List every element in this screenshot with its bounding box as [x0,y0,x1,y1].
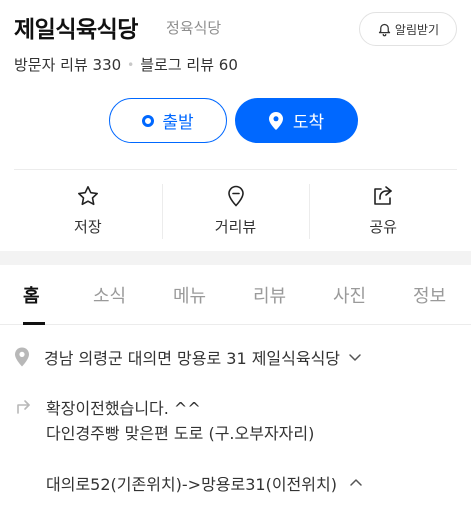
address-row[interactable]: 경남 의령군 대의면 망용로 31 제일식육식당 [14,345,362,369]
directions-line: 대의로52(기존위치)->망용로31(이전위치) [46,471,363,495]
arrive-label: 도착 [292,113,325,133]
review-summary: 방문자 리뷰 330 • 블로그 리뷰 60 [14,54,238,75]
share-label: 공유 [369,218,397,236]
street-view-button[interactable]: 거리뷰 [161,170,310,245]
street-view-label: 거리뷰 [214,218,257,236]
tab-info[interactable]: 정보 [413,282,446,308]
depart-button[interactable]: 출발 [109,98,227,143]
origin-dot-icon [142,114,155,127]
chevron-down-icon[interactable] [348,350,362,364]
directions-line-text: 대의로52(기존위치)->망용로31(이전위치) [46,475,337,494]
tab-bar: 홈 소식 메뉴 리뷰 사진 정보 [0,265,471,325]
tab-photos[interactable]: 사진 [333,282,366,308]
turn-arrow-icon [17,400,30,414]
share-button[interactable]: 공유 [309,170,457,245]
bell-icon [378,23,391,36]
active-tab-indicator [23,322,45,325]
alarm-label: 알림받기 [394,22,440,37]
blog-review-link[interactable]: 블로그 리뷰 60 [140,54,238,75]
place-header: 제일식육식당 정육식당 알림받기 [14,6,457,46]
directions-line: 다인경주빵 맞은편 도로 (구.오부자자리) [46,424,315,443]
save-label: 저장 [74,218,102,236]
place-name: 제일식육식당 [14,17,138,43]
chevron-up-icon[interactable] [349,476,363,490]
tab-reviews[interactable]: 리뷰 [253,282,286,308]
map-pin-icon [15,347,29,367]
address-text: 경남 의령군 대의면 망용로 31 제일식육식당 [44,349,341,368]
share-icon [374,186,392,205]
visitor-review-link[interactable]: 방문자 리뷰 330 [14,54,121,75]
location-pin-icon [268,111,283,130]
street-view-icon [227,185,244,207]
tab-menu[interactable]: 메뉴 [173,282,206,308]
tab-home[interactable]: 홈 [23,282,40,308]
save-button[interactable]: 저장 [14,170,162,245]
alarm-button[interactable]: 알림받기 [359,12,457,46]
depart-label: 출발 [162,113,194,133]
separator-dot: • [127,57,135,72]
tab-news[interactable]: 소식 [93,282,126,308]
arrive-button[interactable]: 도착 [235,98,358,143]
section-gap [0,251,471,265]
star-icon [77,186,98,206]
place-category: 정육식당 [166,19,222,37]
route-buttons: 출발 도착 [0,98,471,144]
directions-line: 확장이전했습니다. ^^ [46,399,201,418]
action-bar: 저장 거리뷰 공유 [14,170,457,245]
